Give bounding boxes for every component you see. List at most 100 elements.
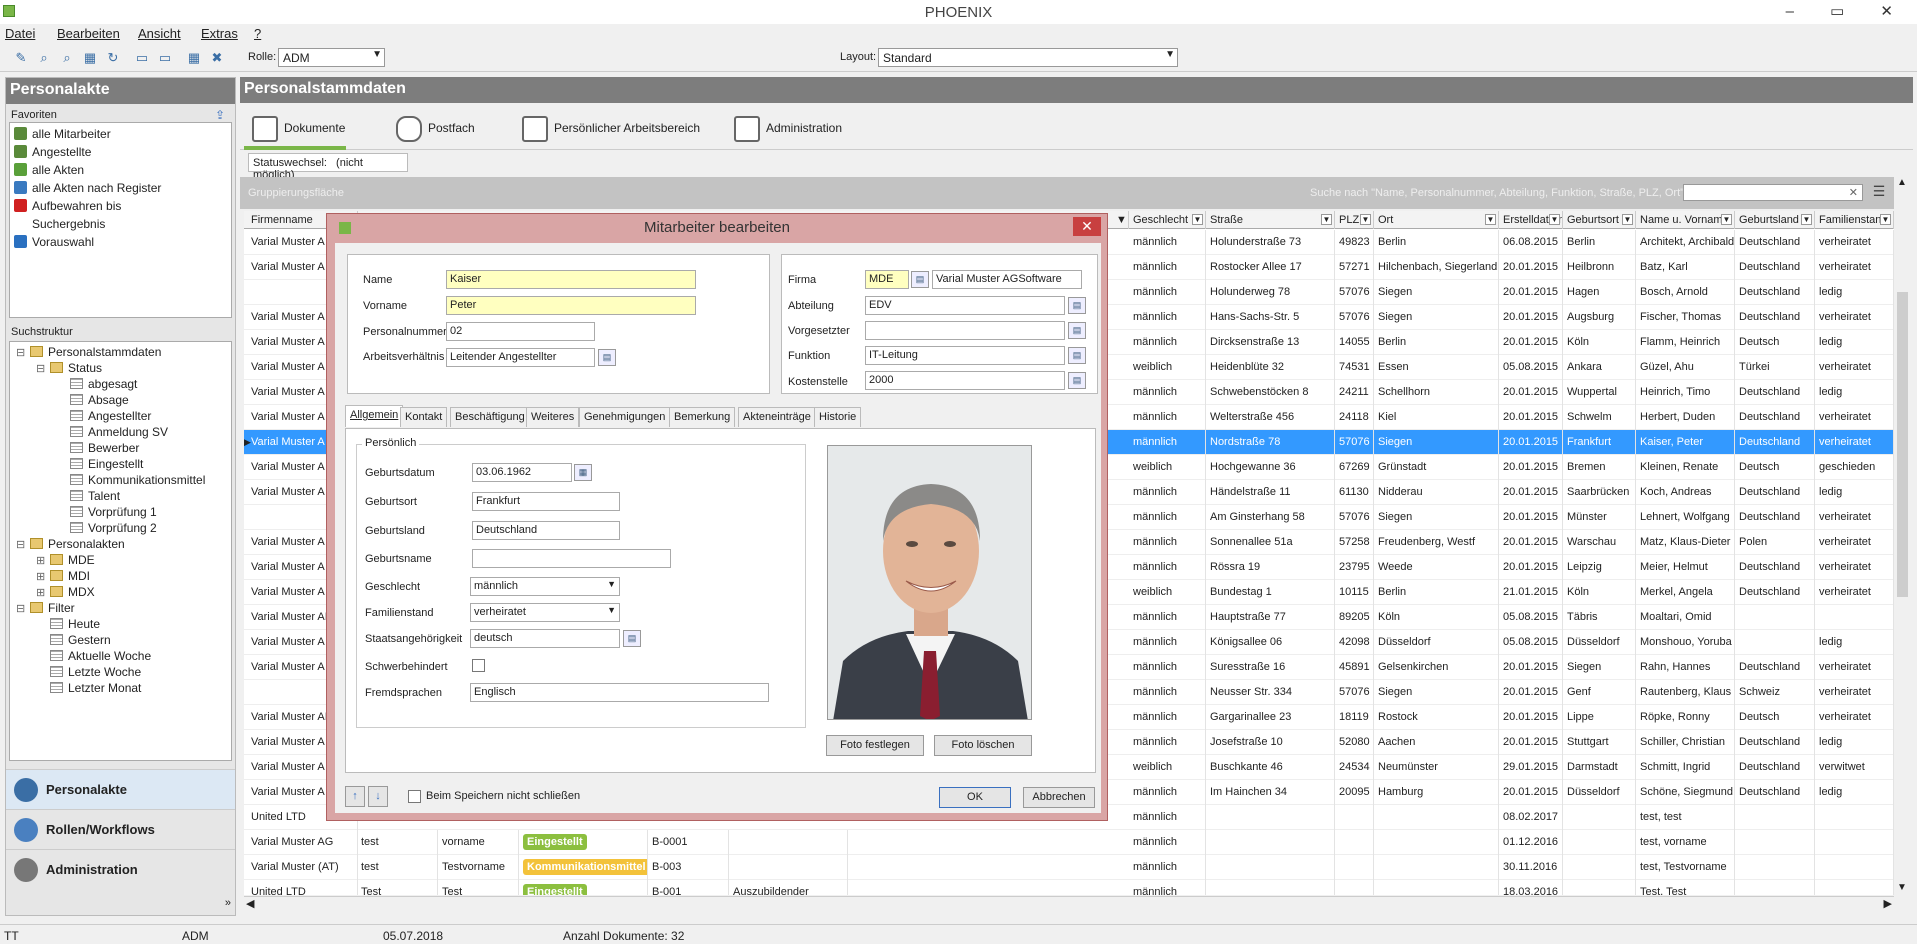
firma-code-field[interactable]: MDE	[865, 270, 909, 289]
tab-postfach[interactable]: Postfach	[388, 108, 498, 150]
tree-item[interactable]: Kommunikationsmittel	[56, 472, 205, 488]
menu-help[interactable]: ?	[254, 26, 261, 41]
vorgesetzter-field[interactable]	[865, 321, 1065, 340]
column-header[interactable]: Geburtsort ▼	[1564, 211, 1636, 229]
expander-icon[interactable]: ⊞	[36, 569, 50, 585]
folder-open-icon[interactable]: ▭	[133, 48, 151, 66]
grid-icon[interactable]: ▦	[81, 48, 99, 66]
tab-administration[interactable]: Administration	[726, 108, 856, 150]
tree-item[interactable]: ⊟ Personalstammdaten	[16, 344, 161, 360]
menu-extras[interactable]: Extras	[201, 26, 238, 41]
funktion-field[interactable]: IT-Leitung	[865, 346, 1065, 365]
expander-icon[interactable]: ⊟	[36, 361, 50, 377]
vorname-field[interactable]: Peter	[446, 296, 696, 315]
book-icon[interactable]: ▤	[1068, 372, 1086, 389]
staatsangehoerigkeit-field[interactable]: deutsch	[470, 629, 620, 648]
dialog-tab[interactable]: Bemerkung	[669, 407, 736, 427]
search-user-icon[interactable]: ⌕	[58, 48, 76, 66]
abteilung-field[interactable]: EDV	[865, 296, 1065, 315]
tab-dokumente[interactable]: Dokumente	[244, 108, 346, 150]
dialog-tab[interactable]: Allgemein	[345, 405, 404, 427]
column-header[interactable]: Ort ▼	[1375, 211, 1499, 229]
book-icon[interactable]: ▤	[623, 630, 641, 647]
expander-icon[interactable]: ⊟	[16, 601, 30, 617]
collapse-icon[interactable]: ⇪	[215, 108, 225, 122]
tab-arbeitsbereich[interactable]: Persönlicher Arbeitsbereich	[514, 108, 704, 150]
clear-icon[interactable]: ✕	[1849, 186, 1858, 199]
arrow-up-icon[interactable]: ↑	[345, 786, 365, 807]
table-row[interactable]: Varial Muster (AT) männlich 30.11.2016 test…	[244, 855, 1894, 880]
column-header[interactable]: Geburtsland ▼	[1736, 211, 1815, 229]
column-header[interactable]: Familienstand ▼	[1816, 211, 1894, 229]
foto-festlegen-button[interactable]: Foto festlegen	[826, 735, 924, 756]
scroll-left-icon[interactable]: ◀	[246, 897, 254, 910]
geburtsname-field[interactable]	[472, 549, 671, 568]
favorite-item[interactable]: alle Akten	[14, 162, 84, 178]
favorite-item[interactable]: Angestellte	[14, 144, 91, 160]
favorite-item[interactable]: Aufbewahren bis	[14, 198, 121, 214]
geburtsland-field[interactable]: Deutschland	[472, 521, 620, 540]
status-change[interactable]: Statuswechsel: (nicht möglich)	[248, 153, 408, 181]
tree-item[interactable]: ⊞ MDX	[36, 584, 95, 600]
nav-item[interactable]: Personalakte	[6, 769, 235, 809]
tree-item[interactable]: Heute	[36, 616, 100, 632]
tree-item[interactable]: Letzte Woche	[36, 664, 141, 680]
arbeitsverhaeltnis-field[interactable]: Leitender Angestellter	[446, 348, 595, 367]
filter-dropdown-icon[interactable]: ▼	[1192, 214, 1203, 225]
window-controls[interactable]: – ▭ ✕	[1786, 2, 1909, 20]
expander-icon[interactable]: ⊟	[16, 537, 30, 553]
dialog-tab[interactable]: Genehmigungen	[579, 407, 671, 427]
tree-item[interactable]: Angestellter	[56, 408, 151, 424]
table-row[interactable]: Varial Muster AG männlich 01.12.2016 test, …	[244, 830, 1894, 855]
book-icon[interactable]: ▤	[1068, 347, 1086, 364]
menu-bearbeiten[interactable]: Bearbeiten	[57, 26, 120, 41]
column-header[interactable]: Geschlecht ▼	[1130, 211, 1206, 229]
cancel-button[interactable]: Abbrechen	[1023, 787, 1095, 808]
tree-item[interactable]: Eingestellt	[56, 456, 143, 472]
foto-loeschen-button[interactable]: Foto löschen	[934, 735, 1032, 756]
column-header[interactable]: Name u. Vorname ▼	[1637, 211, 1735, 229]
geburtsdatum-field[interactable]: 03.06.1962	[472, 463, 572, 482]
tree-item[interactable]: ⊟ Filter	[16, 600, 75, 616]
tree-item[interactable]: Vorprüfung 1	[56, 504, 157, 520]
expander-icon[interactable]: ⊞	[36, 585, 50, 601]
refresh-icon[interactable]: ↻	[104, 48, 122, 66]
menu-ansicht[interactable]: Ansicht	[138, 26, 181, 41]
close-icon[interactable]: ✕	[1073, 217, 1101, 236]
noclose-checkbox[interactable]	[408, 790, 421, 803]
favorite-item[interactable]: Suchergebnis	[14, 216, 105, 232]
column-header[interactable]: Straße ▼	[1207, 211, 1335, 229]
layout-select[interactable]: Standard ▼	[878, 48, 1178, 67]
tree-item[interactable]: Anmeldung SV	[56, 424, 168, 440]
scroll-thumb[interactable]	[1897, 292, 1908, 597]
rolle-select[interactable]: ADM ▼	[278, 48, 385, 67]
filter-dropdown-icon[interactable]: ▼	[1549, 214, 1560, 225]
scroll-up-icon[interactable]: ▲	[1897, 177, 1907, 188]
tree-item[interactable]: ⊞ MDE	[36, 552, 95, 568]
expand-more-icon[interactable]: »	[225, 897, 231, 909]
delete-search-icon[interactable]: ✖	[208, 48, 226, 66]
nav-item[interactable]: Rollen/Workflows	[6, 809, 235, 849]
tree-item[interactable]: ⊟ Personalakten	[16, 536, 125, 552]
book-icon[interactable]: ▤	[1068, 322, 1086, 339]
arrow-down-icon[interactable]: ↓	[368, 786, 388, 807]
folder-icon[interactable]: ▭	[156, 48, 174, 66]
filter-dropdown-icon[interactable]: ▼	[1360, 214, 1371, 225]
table-icon[interactable]: ▦	[185, 48, 203, 66]
geburtsort-field[interactable]: Frankfurt	[472, 492, 620, 511]
horizontal-scrollbar[interactable]: ◀ ▶	[244, 896, 1894, 913]
filter-dropdown-icon[interactable]: ▼	[1880, 214, 1891, 225]
menu-icon[interactable]: ☰	[1868, 184, 1890, 201]
tree-item[interactable]: abgesagt	[56, 376, 137, 392]
familienstand-select[interactable]: verheiratet ▼	[470, 603, 620, 622]
filter-dropdown-icon[interactable]: ▼	[1801, 214, 1812, 225]
kostenstelle-field[interactable]: 2000	[865, 371, 1065, 390]
scroll-down-icon[interactable]: ▼	[1897, 882, 1907, 893]
personalnummer-field[interactable]: 02	[446, 322, 595, 341]
column-header[interactable]: PLZ ▼	[1336, 211, 1374, 229]
expander-icon[interactable]: ⊞	[36, 553, 50, 569]
dialog-tab[interactable]: Akteneinträge	[738, 407, 816, 427]
scroll-right-icon[interactable]: ▶	[1884, 897, 1892, 910]
tree-item[interactable]: Aktuelle Woche	[36, 648, 151, 664]
filter-dropdown-icon[interactable]: ▼	[1622, 214, 1633, 225]
